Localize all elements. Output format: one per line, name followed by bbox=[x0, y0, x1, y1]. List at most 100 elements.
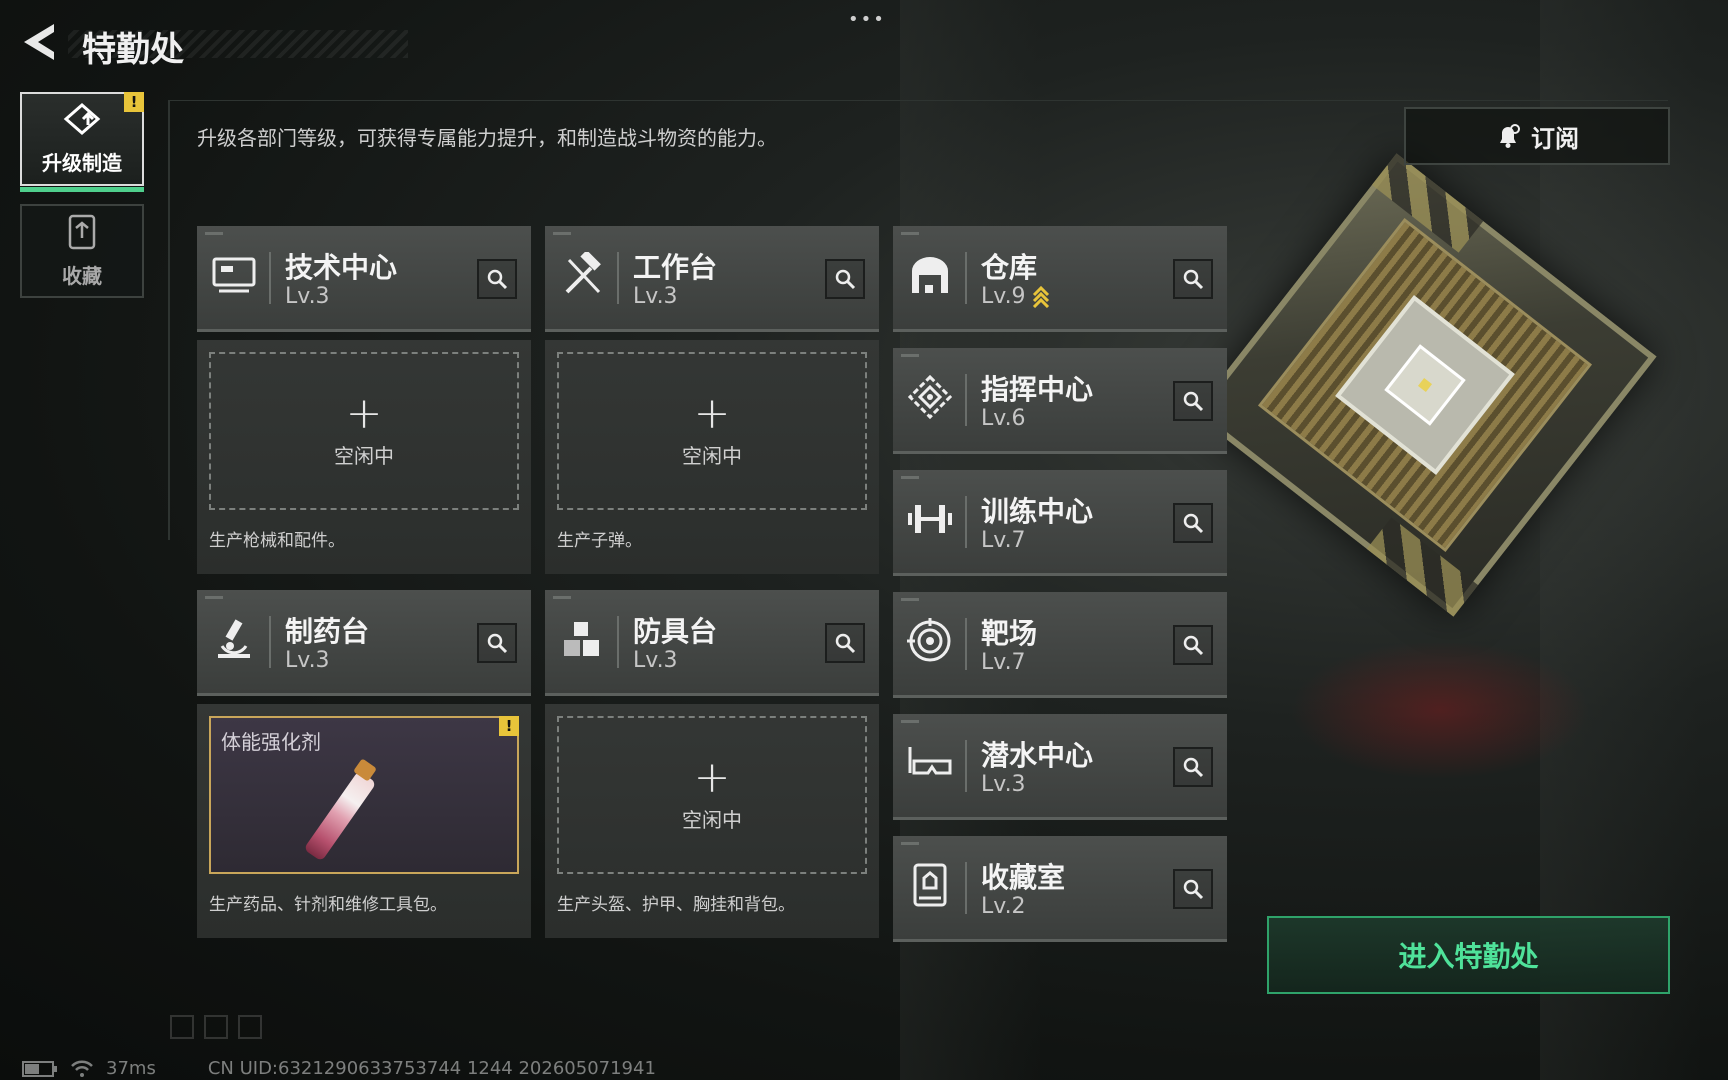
search-icon bbox=[835, 269, 856, 290]
wifi-icon bbox=[71, 1060, 93, 1077]
search-icon bbox=[1183, 513, 1204, 534]
department-name: 技术中心 bbox=[285, 251, 398, 284]
search-icon bbox=[487, 633, 508, 654]
back-button[interactable] bbox=[18, 22, 58, 62]
facility-warehouse[interactable]: 仓库 Lv.9 bbox=[893, 226, 1227, 332]
search-icon bbox=[1183, 879, 1204, 900]
department-name: 制药台 bbox=[285, 615, 370, 648]
upgrade-available-icon bbox=[1032, 286, 1049, 308]
idle-label: 空闲中 bbox=[682, 807, 742, 832]
item-name: 体能强化剂 bbox=[221, 730, 321, 754]
add-icon: + bbox=[693, 751, 731, 803]
production-panel: 体能强化剂 ! 生产药品、针剂和维修工具包。 bbox=[197, 704, 531, 938]
page-title: 特勤处 bbox=[82, 30, 184, 70]
microscope-icon bbox=[209, 614, 259, 664]
facility-diving-center[interactable]: 潜水中心 Lv.3 bbox=[893, 714, 1227, 820]
production-slot-item[interactable]: 体能强化剂 ! bbox=[209, 716, 519, 874]
level-text: Lv.9 bbox=[981, 284, 1026, 309]
search-icon bbox=[1183, 757, 1204, 778]
divider bbox=[168, 100, 1668, 101]
search-button[interactable] bbox=[1173, 869, 1213, 909]
stimulant-vial-image bbox=[303, 770, 377, 862]
warning-badge: ! bbox=[499, 716, 519, 736]
tab-upgrade-manufacture[interactable]: 升级制造 ! bbox=[20, 92, 144, 192]
search-button[interactable] bbox=[477, 623, 517, 663]
search-icon bbox=[835, 633, 856, 654]
department-pharmacy[interactable]: 制药台 Lv.3 bbox=[197, 590, 531, 696]
facility-level: Lv.7 bbox=[981, 650, 1026, 675]
search-button[interactable] bbox=[1173, 625, 1213, 665]
search-icon bbox=[1183, 269, 1204, 290]
department-armor-bench[interactable]: 防具台 Lv.3 bbox=[545, 590, 879, 696]
facility-level: Lv.9 bbox=[981, 284, 1050, 309]
diving-mask-icon bbox=[905, 738, 955, 788]
collection-room-icon bbox=[905, 860, 955, 910]
more-menu-button[interactable]: ••• bbox=[848, 9, 886, 30]
ping-value: 37ms bbox=[106, 1058, 156, 1079]
warehouse-icon bbox=[905, 250, 955, 300]
tab-collection[interactable]: 收藏 bbox=[20, 204, 144, 298]
active-tab-indicator bbox=[20, 187, 144, 192]
department-caption: 生产药品、针剂和维修工具包。 bbox=[209, 895, 447, 915]
idle-label: 空闲中 bbox=[334, 443, 394, 468]
department-level: Lv.3 bbox=[285, 648, 330, 673]
search-button[interactable] bbox=[477, 259, 517, 299]
department-name: 防具台 bbox=[633, 615, 718, 648]
facility-shooting-range[interactable]: 靶场 Lv.7 bbox=[893, 592, 1227, 698]
facility-name: 仓库 bbox=[981, 251, 1038, 284]
cube-structure-image bbox=[1190, 150, 1660, 620]
bell-icon bbox=[1500, 124, 1520, 148]
search-icon bbox=[1183, 635, 1204, 656]
collection-icon bbox=[68, 214, 96, 249]
target-icon bbox=[905, 616, 955, 666]
department-workbench[interactable]: 工作台 Lv.3 bbox=[545, 226, 879, 332]
production-panel: + 空闲中 生产枪械和配件。 bbox=[197, 340, 531, 574]
production-slot-idle[interactable]: + 空闲中 bbox=[209, 352, 519, 510]
computer-icon bbox=[209, 250, 259, 300]
facility-level: Lv.2 bbox=[981, 894, 1026, 919]
production-slot-idle[interactable]: + 空闲中 bbox=[557, 716, 867, 874]
search-button[interactable] bbox=[1173, 503, 1213, 543]
status-bar: 37ms CN UID:6321290633753744 1244 202605… bbox=[22, 1058, 656, 1079]
tab-label: 收藏 bbox=[62, 263, 102, 288]
facility-name: 指挥中心 bbox=[981, 373, 1094, 406]
search-button[interactable] bbox=[825, 623, 865, 663]
upgrade-icon bbox=[63, 102, 101, 135]
tab-label: 升级制造 bbox=[42, 150, 122, 175]
subscribe-button[interactable]: 订阅 bbox=[1404, 107, 1670, 165]
warning-badge: ! bbox=[124, 92, 144, 112]
production-slot-idle[interactable]: + 空闲中 bbox=[557, 352, 867, 510]
department-level: Lv.3 bbox=[285, 284, 330, 309]
tools-icon bbox=[557, 250, 607, 300]
back-arrow-icon bbox=[24, 24, 54, 60]
divider bbox=[168, 100, 170, 540]
department-tech-center[interactable]: 技术中心 Lv.3 bbox=[197, 226, 531, 332]
add-icon: + bbox=[345, 387, 383, 439]
enter-special-ops-button[interactable]: 进入特勤处 bbox=[1267, 916, 1670, 994]
facility-name: 靶场 bbox=[981, 617, 1038, 650]
search-button[interactable] bbox=[1173, 747, 1213, 787]
battery-icon bbox=[22, 1060, 57, 1077]
facility-name: 收藏室 bbox=[981, 861, 1066, 894]
dumbbell-icon bbox=[905, 494, 955, 544]
search-button[interactable] bbox=[825, 259, 865, 299]
subscribe-label: 订阅 bbox=[1531, 124, 1579, 153]
facility-training-center[interactable]: 训练中心 Lv.7 bbox=[893, 470, 1227, 576]
facility-level: Lv.7 bbox=[981, 528, 1026, 553]
department-name: 工作台 bbox=[633, 251, 718, 284]
facility-name: 潜水中心 bbox=[981, 739, 1094, 772]
search-button[interactable] bbox=[1173, 381, 1213, 421]
add-icon: + bbox=[693, 387, 731, 439]
facility-command-center[interactable]: 指挥中心 Lv.6 bbox=[893, 348, 1227, 454]
production-panel: + 空闲中 生产头盔、护甲、胸挂和背包。 bbox=[545, 704, 879, 938]
faint-toolbar bbox=[170, 1015, 262, 1039]
user-uid: CN UID:6321290633753744 1244 20260507194… bbox=[207, 1058, 656, 1079]
search-icon bbox=[1183, 391, 1204, 412]
idle-label: 空闲中 bbox=[682, 443, 742, 468]
search-button[interactable] bbox=[1173, 259, 1213, 299]
facility-collection-room[interactable]: 收藏室 Lv.2 bbox=[893, 836, 1227, 942]
armor-boxes-icon bbox=[557, 614, 607, 664]
production-panel: + 空闲中 生产子弹。 bbox=[545, 340, 879, 574]
department-level: Lv.3 bbox=[633, 648, 678, 673]
department-level: Lv.3 bbox=[633, 284, 678, 309]
